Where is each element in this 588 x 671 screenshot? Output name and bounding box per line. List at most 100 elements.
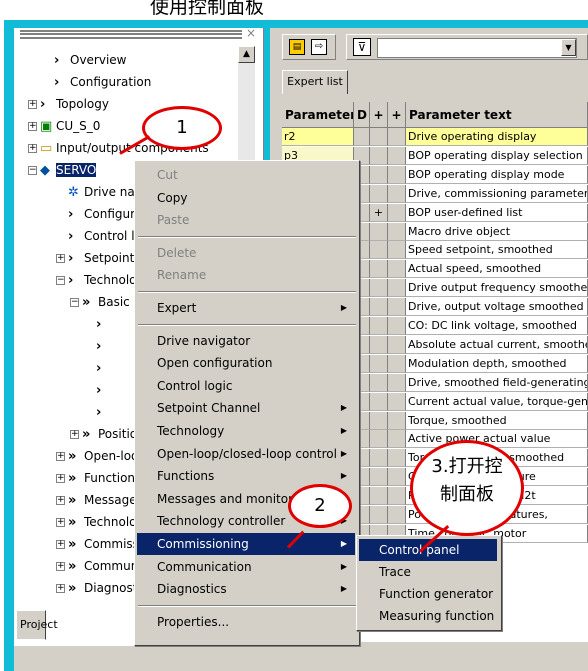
folder-icon: ▭ bbox=[40, 141, 53, 156]
expand-icon[interactable]: + bbox=[56, 496, 65, 505]
menu-item[interactable]: Setpoint Channel ▶ bbox=[137, 397, 355, 419]
double-chevron-icon: » bbox=[82, 295, 91, 310]
page-caption: 使用控制面板 bbox=[150, 0, 265, 18]
chevron-right-icon: › bbox=[68, 207, 74, 222]
cell-parameter-text: Drive, commissioning parameter filter bbox=[406, 184, 588, 203]
cell-parameter-text: BOP operating display mode bbox=[406, 165, 588, 184]
submenu-item[interactable]: Measuring function bbox=[359, 605, 497, 627]
cell-expand bbox=[370, 260, 388, 279]
cell-expand bbox=[370, 298, 388, 317]
tree-item[interactable]: ▣ CU_S_0 bbox=[40, 115, 100, 137]
cell bbox=[388, 260, 406, 279]
menu-item[interactable]: Open configuration bbox=[137, 352, 355, 374]
cell bbox=[388, 279, 406, 298]
submenu-item[interactable]: Function generator bbox=[359, 583, 497, 605]
tree-item-label: Functions bbox=[84, 471, 142, 485]
col-parameter[interactable]: Parameter bbox=[282, 102, 354, 128]
chevron-down-icon[interactable]: ▼ bbox=[561, 39, 576, 56]
menu-item-label: Open-loop/closed-loop control bbox=[157, 446, 337, 461]
submenu-arrow-icon: ▶ bbox=[340, 471, 347, 481]
chevron-right-icon: › bbox=[40, 97, 46, 112]
tree-item[interactable]: › Configuration bbox=[54, 71, 151, 93]
col-parameter-text[interactable]: Parameter text bbox=[406, 102, 588, 128]
cell-parameter-text: BOP user-defined list bbox=[406, 203, 588, 222]
cell bbox=[354, 128, 370, 146]
expand-icon[interactable]: + bbox=[28, 144, 37, 153]
menu-item[interactable]: Commissioning ▶ bbox=[137, 533, 355, 555]
tree-item[interactable]: ◆ SERVO bbox=[40, 159, 97, 181]
cell-expand bbox=[370, 354, 388, 373]
filter-icon[interactable]: ⊽ bbox=[353, 38, 371, 56]
menu-item[interactable]: Diagnostics ▶ bbox=[137, 578, 355, 600]
collapse-icon[interactable]: − bbox=[70, 298, 79, 307]
tree-item[interactable]: › bbox=[96, 313, 112, 335]
menu-item[interactable]: Copy bbox=[137, 187, 355, 209]
cell bbox=[388, 222, 406, 241]
col-plus-2[interactable]: + bbox=[388, 102, 406, 128]
expand-icon[interactable]: + bbox=[56, 584, 65, 593]
double-chevron-icon: » bbox=[68, 449, 77, 464]
menu-item[interactable]: Open-loop/closed-loop control ▶ bbox=[137, 443, 355, 465]
cell bbox=[388, 128, 406, 146]
scroll-up-icon[interactable]: ▲ bbox=[238, 46, 255, 63]
cell bbox=[388, 392, 406, 411]
expand-icon[interactable]: + bbox=[56, 452, 65, 461]
tree-item[interactable]: › Overview bbox=[54, 49, 127, 71]
cell-expand bbox=[370, 146, 388, 165]
menu-item[interactable]: Properties... bbox=[137, 611, 355, 633]
double-chevron-icon: » bbox=[68, 559, 77, 574]
tree-item[interactable]: » Functions bbox=[68, 467, 141, 489]
tree-item[interactable]: › Topology bbox=[40, 93, 109, 115]
submenu-item[interactable]: Trace bbox=[359, 561, 497, 583]
cell-parameter-text: Drive, output voltage smoothed bbox=[406, 298, 588, 317]
expand-icon[interactable]: + bbox=[28, 122, 37, 131]
col-d[interactable]: D bbox=[354, 102, 370, 128]
menu-item[interactable]: Control logic bbox=[137, 375, 355, 397]
double-chevron-icon: » bbox=[82, 427, 91, 442]
export-icon[interactable]: ▤ bbox=[289, 39, 305, 55]
cell-expand[interactable]: + bbox=[370, 203, 388, 222]
expand-icon[interactable]: + bbox=[56, 254, 65, 263]
cell-expand bbox=[370, 128, 388, 146]
menu-item[interactable]: Drive navigator bbox=[137, 330, 355, 352]
context-menu: Cut Copy Paste Delete Rename Expert ▶ Drive nav… bbox=[134, 160, 360, 646]
pane-grip-line bbox=[20, 33, 242, 35]
menu-item[interactable]: Technology ▶ bbox=[137, 420, 355, 442]
table-row[interactable]: r2 Drive operating display bbox=[282, 128, 588, 146]
collapse-icon[interactable]: − bbox=[28, 166, 37, 175]
tree-item[interactable]: » Basic bbox=[82, 291, 130, 313]
expand-icon[interactable]: + bbox=[28, 100, 37, 109]
tree-item[interactable]: › bbox=[96, 335, 112, 357]
callout-3: 3.打开控制面板 bbox=[410, 440, 524, 536]
collapse-icon[interactable]: − bbox=[56, 276, 65, 285]
cell bbox=[388, 468, 406, 487]
cell-expand bbox=[370, 165, 388, 184]
col-plus-1[interactable]: + bbox=[370, 102, 388, 128]
expand-icon[interactable]: + bbox=[56, 540, 65, 549]
expand-icon[interactable]: + bbox=[56, 518, 65, 527]
expand-icon[interactable]: + bbox=[56, 474, 65, 483]
cell-parameter-text: Drive, smoothed field-generating bbox=[406, 373, 588, 392]
tree-item[interactable]: › bbox=[96, 401, 112, 423]
cell-expand bbox=[370, 468, 388, 487]
servo-drive-icon: ◆ bbox=[40, 163, 50, 178]
import-icon[interactable]: ⇨ bbox=[311, 39, 327, 55]
chevron-right-icon: › bbox=[68, 251, 74, 266]
expand-icon[interactable]: + bbox=[70, 430, 79, 439]
tree-item[interactable]: › bbox=[96, 357, 112, 379]
tab-expert-list[interactable]: Expert list bbox=[282, 70, 348, 94]
close-icon[interactable]: × bbox=[246, 26, 256, 40]
tree-item[interactable]: › bbox=[96, 379, 112, 401]
expand-icon[interactable]: + bbox=[56, 562, 65, 571]
filter-input[interactable] bbox=[377, 38, 577, 58]
cell bbox=[388, 298, 406, 317]
menu-separator bbox=[138, 291, 356, 293]
cell-parameter-text: Modulation depth, smoothed bbox=[406, 354, 588, 373]
cell-parameter-text: Absolute actual current, smoothed bbox=[406, 335, 588, 354]
menu-item[interactable]: Expert ▶ bbox=[137, 297, 355, 319]
tree-item-label: CU_S_0 bbox=[56, 119, 101, 133]
menu-item[interactable]: Communication ▶ bbox=[137, 556, 355, 578]
cell bbox=[388, 317, 406, 335]
table-header: Parameter D + + Parameter text bbox=[282, 102, 588, 128]
tab-project[interactable]: Project bbox=[16, 610, 58, 640]
